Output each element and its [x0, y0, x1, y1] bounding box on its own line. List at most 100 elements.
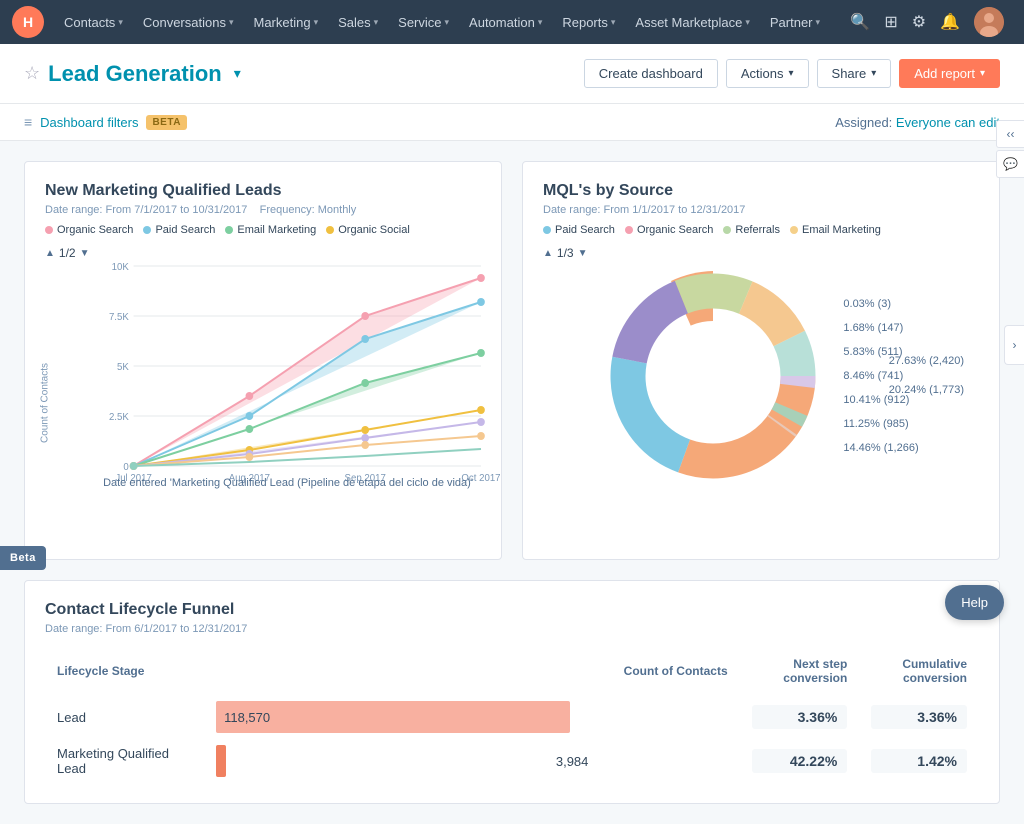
legend-dot [143, 226, 151, 234]
nav-partner[interactable]: Partner ▾ [762, 0, 828, 44]
beta-side-label[interactable]: Beta [0, 546, 46, 570]
chevron-down-icon: ▾ [118, 17, 123, 28]
next-step-mql: 42.22% [740, 739, 860, 783]
bell-icon[interactable]: 🔔 [940, 12, 960, 32]
col-lifecycle: Lifecycle Stage [45, 651, 204, 695]
legend-dot [45, 226, 53, 234]
mql-source-date: Date range: From 1/1/2017 to 12/31/2017 [543, 204, 979, 216]
side-panel: ‹‹ 💬 [996, 120, 1024, 178]
funnel-bar-lead: 118,570 [216, 701, 570, 733]
funnel-bar-mql [216, 745, 226, 777]
filter-label[interactable]: Dashboard filters [40, 115, 138, 130]
legend-dot [543, 226, 551, 234]
bar-cell-mql: 3,984 [204, 739, 600, 783]
nav-reports[interactable]: Reports ▾ [554, 0, 623, 44]
funnel-table-header: Lifecycle Stage Count of Contacts Next s… [45, 651, 979, 695]
chevron-down-icon: ▾ [816, 17, 821, 28]
funnel-title: Contact Lifecycle Funnel [45, 601, 979, 619]
donut-chart-svg [603, 266, 823, 486]
prev-arrow[interactable]: ▲ [543, 248, 553, 259]
cumulative-pct: 1.42% [871, 749, 967, 773]
funnel-table: Lifecycle Stage Count of Contacts Next s… [45, 651, 979, 783]
funnel-date: Date range: From 6/1/2017 to 12/31/2017 [45, 623, 979, 635]
chevron-down-icon: ▾ [229, 17, 234, 28]
chevron-down-icon: ▾ [980, 68, 985, 79]
add-report-button[interactable]: Add report ▾ [899, 59, 1000, 88]
mql-bar-wrap: 3,984 [216, 745, 588, 777]
svg-text:H: H [23, 14, 33, 30]
title-dropdown-icon[interactable]: ▾ [234, 65, 241, 82]
hubspot-logo[interactable]: H [12, 6, 44, 38]
legend-email-marketing: Email Marketing [225, 224, 316, 236]
top-navigation: H Contacts ▾ Conversations ▾ Marketing ▾… [0, 0, 1024, 44]
share-button[interactable]: Share ▾ [817, 59, 892, 88]
actions-button[interactable]: Actions ▾ [726, 59, 809, 88]
svg-text:0: 0 [123, 462, 129, 473]
chevron-down-icon: ▾ [445, 17, 450, 28]
stage-name-lead: Lead [45, 695, 204, 739]
avatar[interactable] [974, 7, 1004, 37]
funnel-card: Contact Lifecycle Funnel Date range: Fro… [24, 580, 1000, 804]
nav-contacts[interactable]: Contacts ▾ [56, 0, 131, 44]
chevron-down-icon: ▾ [871, 68, 876, 79]
svg-text:5K: 5K [117, 362, 129, 373]
legend-organic-social: Organic Social [326, 224, 410, 236]
nav-automation[interactable]: Automation ▾ [461, 0, 550, 44]
funnel-row-lead: Lead 118,570 3.36% 3.36% [45, 695, 979, 739]
mql-count: 3,984 [556, 754, 589, 769]
col-next-step: Next step conversion [740, 651, 860, 695]
filters-left: ≡ Dashboard filters BETA [24, 114, 187, 130]
cumulative-lead: 3.36% [859, 695, 979, 739]
page-title-wrap: ☆ Lead Generation ▾ [24, 61, 241, 87]
donut-labels-right: 27.63% (2,420) 20.24% (1,773) [889, 348, 964, 405]
next-step-pct: 42.22% [752, 749, 848, 773]
col-count [204, 651, 600, 695]
expand-button[interactable]: › [1004, 325, 1024, 365]
nav-conversations[interactable]: Conversations ▾ [135, 0, 242, 44]
mql-pagination: ▲ 1/2 ▼ [45, 246, 481, 260]
next-arrow[interactable]: ▼ [578, 248, 588, 259]
legend-referrals: Referrals [723, 224, 780, 236]
legend-dot [723, 226, 731, 234]
nav-marketing[interactable]: Marketing ▾ [245, 0, 326, 44]
mql-source-legend: Paid Search Organic Search Referrals Ema… [543, 224, 979, 236]
line-chart-svg: 10K 7.5K 5K 2.5K 0 Jul 2017 Aug 2017 Sep… [95, 266, 481, 466]
next-arrow[interactable]: ▼ [80, 248, 90, 259]
mql-source-card: MQL's by Source Date range: From 1/1/201… [522, 161, 1000, 560]
nav-service[interactable]: Service ▾ [390, 0, 457, 44]
y-axis-label: Count of Contacts [40, 362, 51, 442]
assigned-value[interactable]: Everyone can edit [896, 115, 1000, 130]
legend-dot [625, 226, 633, 234]
side-panel-chat[interactable]: 💬 [996, 150, 1024, 178]
expand-icon: › [1013, 338, 1017, 352]
header-actions: Create dashboard Actions ▾ Share ▾ Add r… [584, 59, 1000, 88]
legend-dot [326, 226, 334, 234]
assigned-section: Assigned: Everyone can edit [835, 115, 1000, 130]
prev-arrow[interactable]: ▲ [45, 248, 55, 259]
legend-email-marketing: Email Marketing [790, 224, 881, 236]
nav-asset-marketplace[interactable]: Asset Marketplace ▾ [627, 0, 757, 44]
next-step-lead: 3.36% [740, 695, 860, 739]
nav-utility-icons: 🔍 ⊞ ⚙ 🔔 [850, 7, 1012, 37]
beta-badge: BETA [146, 115, 186, 130]
chevron-down-icon: ▾ [745, 17, 750, 28]
nav-sales[interactable]: Sales ▾ [330, 0, 386, 44]
main-content: New Marketing Qualified Leads Date range… [0, 141, 1024, 824]
side-panel-collapse[interactable]: ‹‹ [996, 120, 1024, 148]
star-icon[interactable]: ☆ [24, 63, 40, 84]
col-cumulative: Cumulative conversion [859, 651, 979, 695]
svg-text:2.5K: 2.5K [109, 412, 129, 423]
search-icon[interactable]: 🔍 [850, 12, 870, 32]
cumulative-pct: 3.36% [871, 705, 967, 729]
new-mql-title: New Marketing Qualified Leads [45, 182, 481, 200]
create-dashboard-button[interactable]: Create dashboard [584, 59, 718, 88]
source-pagination: ▲ 1/3 ▼ [543, 246, 979, 260]
legend-paid-search: Paid Search [543, 224, 615, 236]
grid-icon[interactable]: ⊞ [884, 12, 897, 32]
legend-dot [225, 226, 233, 234]
chevron-down-icon: ▾ [314, 17, 319, 28]
settings-icon[interactable]: ⚙ [912, 12, 926, 32]
legend-dot [790, 226, 798, 234]
assigned-label: Assigned: [835, 115, 892, 130]
help-button[interactable]: Help [945, 585, 1004, 620]
